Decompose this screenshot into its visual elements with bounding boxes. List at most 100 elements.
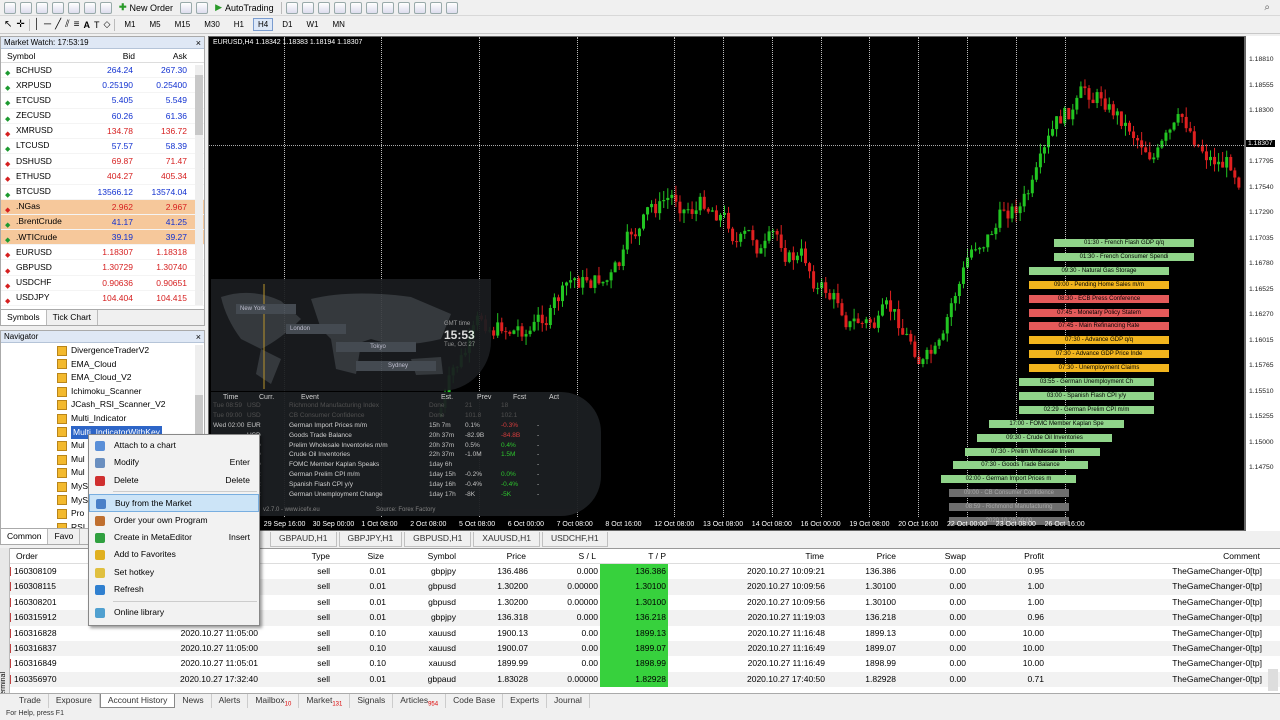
navigator-icon[interactable] xyxy=(68,1,80,14)
news-tag[interactable]: 09:00 - Pending Home Sales m/m xyxy=(1029,280,1169,289)
market-watch-row[interactable]: ◆ BCHUSD 264.24 267.30 xyxy=(1,63,204,79)
market-watch-icon[interactable] xyxy=(36,1,48,14)
table-row[interactable]: 160316837 2020.10.27 11:05:00 sell 0.10 xauu… xyxy=(0,640,1280,657)
menu-item-attach-to-a-chart[interactable]: Attach to a chart xyxy=(89,437,259,454)
market-watch-row[interactable]: ◆ .NGas 2.962 2.967 xyxy=(1,199,204,215)
column-header-price[interactable]: Price xyxy=(456,549,526,564)
news-tag[interactable]: 07:30 - Advance GDP q/q xyxy=(1029,336,1169,345)
zoom-in-icon[interactable] xyxy=(333,1,346,14)
news-tag[interactable]: 07:30 - Unemployment Claims xyxy=(1029,364,1169,373)
news-tag[interactable]: 01:30 - French Consumer Spendi xyxy=(1054,252,1194,261)
market-watch-row[interactable]: ◆ ETCUSD 5.405 5.549 xyxy=(1,93,204,109)
indicators-icon[interactable] xyxy=(413,1,426,14)
navigator-item[interactable]: JCash_RSI_Scanner_V2 xyxy=(1,398,204,412)
terminal-tab-signals[interactable]: Signals xyxy=(350,694,394,708)
menu-item-refresh[interactable]: Refresh xyxy=(89,581,259,598)
column-header-tp[interactable]: T / P xyxy=(596,549,666,564)
menu-item-delete[interactable]: Delete Delete xyxy=(89,472,259,489)
new-order-button[interactable]: ✚ New Order xyxy=(116,2,176,13)
terminal-tab-code-base[interactable]: Code Base xyxy=(446,694,504,708)
terminal-tab-journal[interactable]: Journal xyxy=(547,694,590,708)
periods-icon[interactable] xyxy=(429,1,442,14)
column-header-price[interactable]: Price xyxy=(824,549,896,564)
scrollbar[interactable] xyxy=(1268,669,1278,691)
news-tag[interactable]: 07:30 - Advance GDP Price Inde xyxy=(1029,350,1169,359)
tab-tick-chart[interactable]: Tick Chart xyxy=(47,310,99,325)
chart-tab[interactable]: USDCHF,H1 xyxy=(541,532,608,547)
news-tag[interactable]: 09:30 - Natural Gas Storage xyxy=(1029,266,1169,275)
market-watch-row[interactable]: ◆ BTCUSD 13566.12 13574.04 xyxy=(1,185,204,200)
tab-favorites[interactable]: Favo xyxy=(48,529,81,544)
menu-item-modify[interactable]: Modify Enter xyxy=(89,454,259,471)
market-watch-row[interactable]: ◆ .BrentCrude 41.17 41.25 xyxy=(1,214,204,231)
column-header-comment[interactable]: Comment xyxy=(1044,549,1260,564)
symbol-column-header[interactable]: Symbol xyxy=(1,49,83,62)
column-header-symbol[interactable]: Symbol xyxy=(384,549,456,564)
market-watch-row[interactable]: ◆ ZECUSD 60.26 61.36 xyxy=(1,109,204,124)
close-icon[interactable]: × xyxy=(196,331,201,343)
market-watch-row[interactable]: ◆ LTCUSD 57.57 58.39 xyxy=(1,139,204,155)
horizontal-line-icon[interactable]: ─ xyxy=(44,19,51,30)
market-watch-row[interactable]: ◆ XRPUSD 0.25190 0.25400 xyxy=(1,78,204,94)
market-watch-row[interactable]: ◆ USDCHF 0.90636 0.90651 xyxy=(1,276,204,291)
terminal-tab-mailbox[interactable]: Mailbox10 xyxy=(248,694,300,708)
menu-item-add-to-favorites[interactable]: Add to Favorites xyxy=(89,546,259,563)
news-tag[interactable]: 02:29 - German Prelim CPI m/m xyxy=(1019,405,1154,414)
timeframe-h1[interactable]: H1 xyxy=(229,18,249,31)
close-icon[interactable]: × xyxy=(196,37,201,49)
market-watch-row[interactable]: ◆ EURUSD 1.18307 1.18318 xyxy=(1,245,204,261)
terminal-tab-market[interactable]: Market131 xyxy=(299,694,351,708)
column-header-order[interactable]: Order xyxy=(16,549,96,564)
market-watch-row[interactable]: ◆ XMRUSD 134.78 136.72 xyxy=(1,124,204,139)
label-icon[interactable]: T xyxy=(94,20,100,30)
chart-shift-icon[interactable] xyxy=(397,1,410,14)
terminal-tab-exposure[interactable]: Exposure xyxy=(49,694,100,708)
news-tag[interactable]: 08:59 - Richmond Manufacturing xyxy=(949,503,1069,512)
news-tag[interactable]: 08:30 - ECB Press Conference xyxy=(1029,294,1169,303)
menu-item-create-in-metaeditor[interactable]: Create in MetaEditor Insert xyxy=(89,529,259,546)
market-watch-row[interactable]: ◆ .WTICrude 39.19 39.27 xyxy=(1,230,204,246)
terminal-tab-articles[interactable]: Articles954 xyxy=(393,694,447,708)
candlestick-icon[interactable] xyxy=(301,1,314,14)
chart-tab[interactable]: GBPUSD,H1 xyxy=(404,532,472,547)
navigator-item[interactable]: DivergenceTraderV2 xyxy=(1,344,204,358)
column-header-sl[interactable]: S / L xyxy=(526,549,596,564)
terminal-tab-trade[interactable]: Trade xyxy=(12,694,49,708)
metaeditor-icon[interactable] xyxy=(180,1,193,14)
news-tag[interactable]: 07:45 - Monetary Policy Statem xyxy=(1029,308,1169,317)
news-tag[interactable]: 03:00 - Spanish Flash CPI y/y xyxy=(1019,391,1154,400)
timeframe-h4[interactable]: H4 xyxy=(253,18,274,31)
fibonacci-icon[interactable]: ≡ xyxy=(74,19,80,30)
shapes-icon[interactable]: ◇ xyxy=(103,19,110,30)
zoom-out-icon[interactable] xyxy=(349,1,362,14)
column-header-swap[interactable]: Swap xyxy=(896,549,966,564)
menu-item-set-hotkey[interactable]: Set hotkey xyxy=(89,564,259,581)
data-window-icon[interactable] xyxy=(52,1,64,14)
tile-icon[interactable] xyxy=(365,1,378,14)
text-icon[interactable]: A xyxy=(83,20,90,30)
terminal-tab-alerts[interactable]: Alerts xyxy=(212,694,249,708)
column-header-size[interactable]: Size xyxy=(330,549,384,564)
navigator-item[interactable]: Multi_Indicator xyxy=(1,412,204,426)
news-tag[interactable]: 07:30 - Goods Trade Balance xyxy=(953,461,1088,470)
timeframe-m30[interactable]: M30 xyxy=(199,18,225,31)
terminal-tab-experts[interactable]: Experts xyxy=(503,694,547,708)
column-header-time[interactable]: Time xyxy=(666,549,824,564)
terminal-tab-account-history[interactable]: Account History xyxy=(99,694,176,708)
timeframe-m1[interactable]: M1 xyxy=(119,18,140,31)
news-tag[interactable]: 09:30 - Crude Oil Inventories xyxy=(977,433,1112,442)
chart-tab[interactable]: GBPJPY,H1 xyxy=(338,532,403,547)
terminal-icon[interactable] xyxy=(84,1,96,14)
trendline-icon[interactable]: ╱ xyxy=(55,19,61,30)
news-tag[interactable]: 02:00 - German Import Prices m xyxy=(941,475,1076,484)
autotrading-button[interactable]: ▶ AutoTrading xyxy=(212,2,277,13)
menu-item-buy-from-the-market[interactable]: Buy from the Market xyxy=(89,494,259,512)
timeframe-m5[interactable]: M5 xyxy=(145,18,166,31)
autoscroll-icon[interactable] xyxy=(381,1,394,14)
crosshair-icon[interactable]: ✛ xyxy=(16,19,24,30)
table-row[interactable]: 160316828 2020.10.27 11:05:00 sell 0.10 xauu… xyxy=(0,625,1280,641)
news-tag[interactable]: 03:55 - German Unemployment Ch xyxy=(1019,378,1154,386)
cursor-icon[interactable]: ↖ xyxy=(4,19,12,30)
tab-symbols[interactable]: Symbols xyxy=(1,310,47,325)
timeframe-mn[interactable]: MN xyxy=(327,18,349,31)
